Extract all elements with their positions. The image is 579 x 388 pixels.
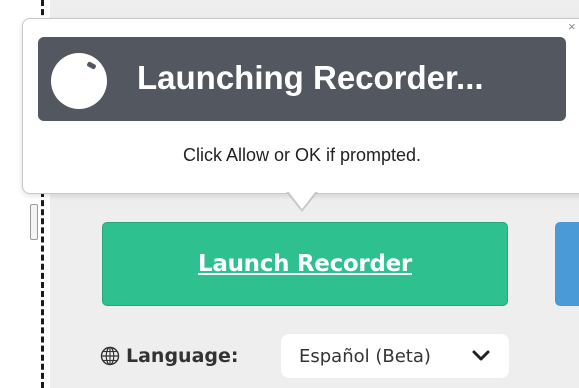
recorder-knob-icon bbox=[51, 53, 107, 109]
globe-icon bbox=[100, 346, 120, 366]
resize-handle[interactable] bbox=[30, 204, 38, 240]
language-select[interactable]: Español (Beta) bbox=[281, 334, 509, 378]
secondary-action-button[interactable] bbox=[555, 222, 579, 306]
page: Launch Recorder Language: Español (Beta)… bbox=[0, 0, 579, 388]
close-icon[interactable]: × bbox=[568, 20, 576, 33]
popup-title: Launching Recorder... bbox=[137, 59, 484, 96]
popup-message: Click Allow or OK if prompted. bbox=[182, 145, 422, 165]
popup-arrow bbox=[288, 191, 316, 209]
language-label: Language: bbox=[126, 345, 239, 367]
launch-recorder-label: Launch Recorder bbox=[198, 251, 412, 277]
language-selected-value: Español (Beta) bbox=[299, 345, 431, 367]
chevron-down-icon bbox=[472, 350, 490, 361]
launch-recorder-button[interactable]: Launch Recorder bbox=[102, 222, 508, 306]
language-row: Language: bbox=[100, 334, 253, 378]
